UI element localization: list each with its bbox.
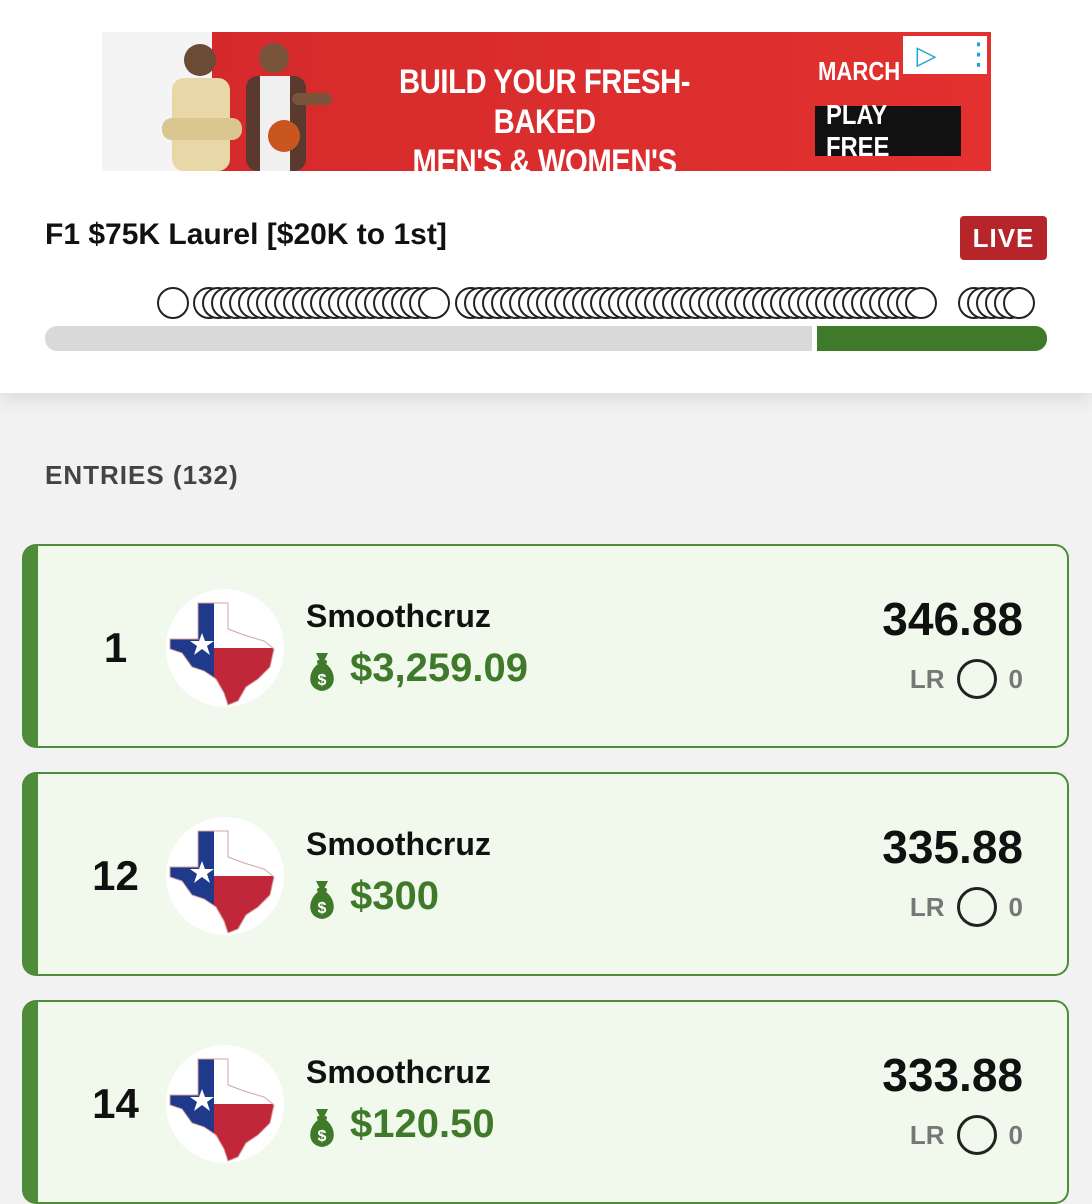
contest-header: BUILD YOUR FRESH-BAKED MEN'S & WOMEN'S B… [0,0,1092,393]
money-bag-icon: $ [310,1109,334,1147]
entry-rank: 12 [92,852,139,899]
lr-indicator: LR 0 [910,885,1023,929]
money-bag-icon: $ [310,881,334,919]
texas-flag-avatar [166,1045,284,1163]
entry-rank: 1 [103,624,128,671]
entry-card[interactable]: 12 Smoothcruz $ $300 335.88 LR 0 [22,772,1069,976]
circle-outline-icon [956,1115,997,1155]
ad-people-image [162,43,332,171]
ad-month: MARCH [818,56,901,86]
lr-value: 0 [1008,663,1023,694]
svg-text:$: $ [318,1128,327,1145]
lr-value: 0 [1008,891,1023,922]
texas-flag-avatar [166,589,284,707]
entrant-avatar [905,287,937,319]
entry-points: 346.88 [882,593,1023,645]
ad-headline: BUILD YOUR FRESH-BAKED MEN'S & WOMEN'S B… [364,62,725,171]
entrant-avatar [418,287,450,319]
lr-label: LR [909,891,945,922]
entrant-avatar [1003,287,1035,319]
ad-choices[interactable]: ▷ ⋮ [903,36,992,74]
contest-progress-fill [811,326,1047,351]
svg-text:$: $ [318,900,327,917]
ad-play-free-button[interactable]: PLAY FREE [815,99,961,162]
money-bag-icon: $ [310,653,334,691]
play-triangle-icon[interactable]: ▷ [917,42,937,68]
circle-outline-icon [956,659,997,699]
live-badge: LIVE [960,216,1047,260]
entry-username: Smoothcruz [306,598,491,634]
svg-text:$: $ [318,672,327,689]
lr-indicator: LR 0 [910,657,1023,701]
lr-value: 0 [1008,1119,1023,1150]
lr-indicator: LR 0 [910,1113,1023,1157]
entry-username: Smoothcruz [306,1054,491,1090]
lr-label: LR [909,663,945,694]
entry-rank: 14 [92,1080,139,1127]
entrant-avatars-row [0,282,1092,332]
contest-progress-bar [45,326,1047,351]
entry-winnings: $120.50 [350,1102,495,1146]
vertical-dots-icon[interactable]: ⋮ [964,40,992,70]
contest-title: F1 $75K Laurel [$20K to 1st] [45,218,447,251]
ad-cta-label: PLAY FREE [825,99,890,162]
entry-username: Smoothcruz [306,826,491,862]
entry-winnings: $300 [350,874,439,918]
entry-points: 335.88 [882,821,1023,873]
circle-outline-icon [956,887,997,927]
entries-count-heading: ENTRIES (132) [45,460,239,490]
entry-card[interactable]: 14 Smoothcruz $ $120.50 333.88 LR 0 [22,1000,1069,1204]
entrant-avatar [157,287,189,319]
lr-label: LR [909,1119,945,1150]
entry-winnings: $3,259.09 [350,646,528,690]
ad-headline-line1: BUILD YOUR FRESH-BAKED [399,63,691,141]
entry-card[interactable]: 1 Smoothcruz $ $3,259.09 346.88 LR 0 [22,544,1069,748]
entry-points: 333.88 [882,1049,1023,1101]
texas-flag-avatar [166,817,284,935]
ad-banner[interactable]: BUILD YOUR FRESH-BAKED MEN'S & WOMEN'S B… [102,32,991,171]
ad-headline-line2: MEN'S & WOMEN'S BRACKETS [412,143,678,171]
